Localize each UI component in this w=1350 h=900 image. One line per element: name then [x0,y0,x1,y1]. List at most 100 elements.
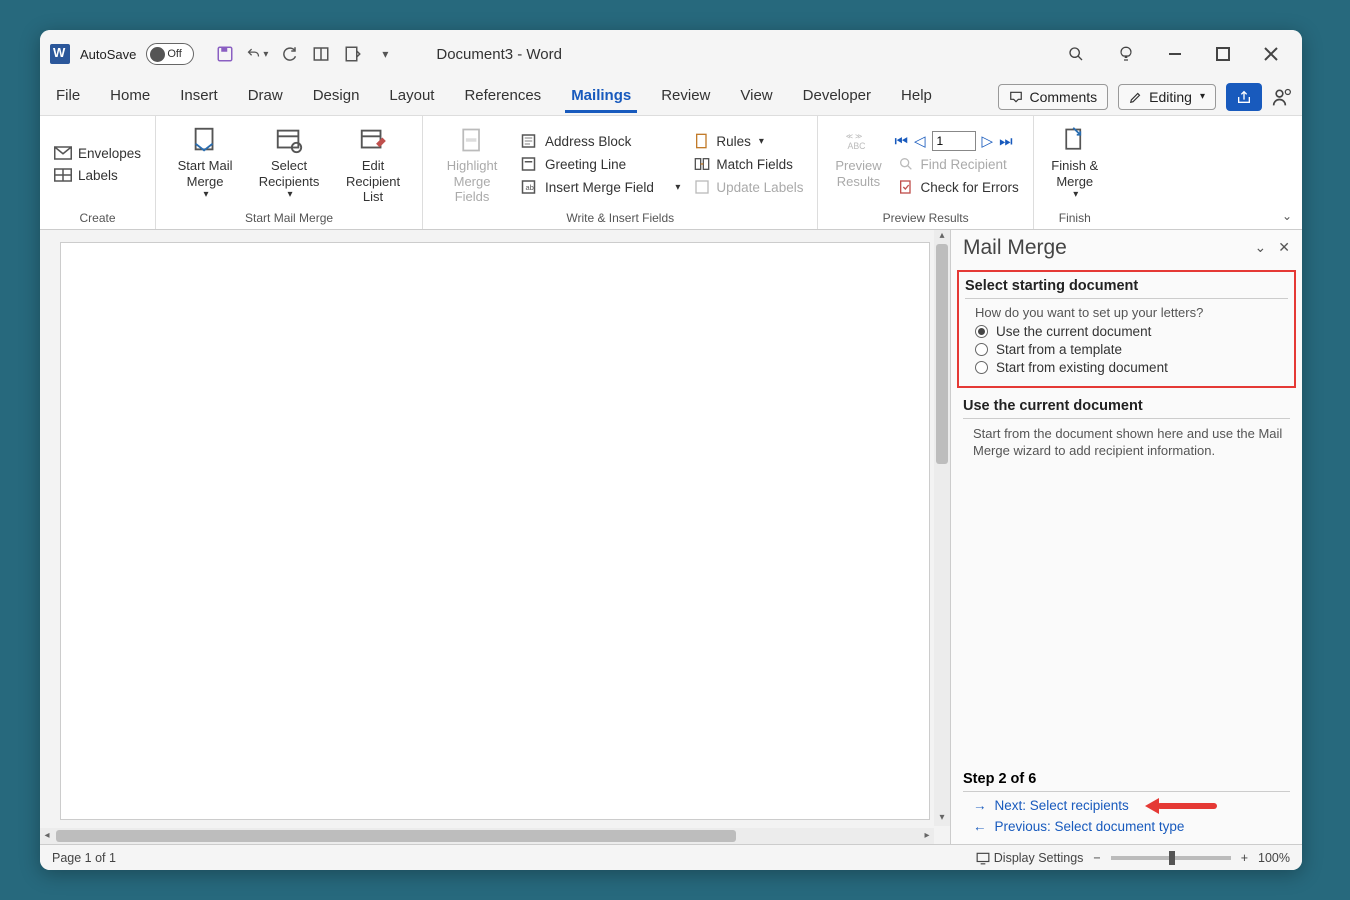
radio-label-2: Start from a template [996,342,1122,357]
status-bar: Page 1 of 1 Display Settings − + 100% [40,844,1302,870]
pane-close-icon[interactable]: ✕ [1278,239,1290,256]
tab-view[interactable]: View [734,81,778,113]
horizontal-scrollbar[interactable]: ◂ ▸ [40,828,934,844]
scroll-down-icon[interactable]: ▾ [934,812,950,826]
scroll-right-icon[interactable]: ▸ [920,828,934,844]
prev-label: Previous: Select document type [995,819,1185,834]
autosave-label: AutoSave [80,47,136,62]
vertical-scrollbar[interactable]: ▴ ▾ [934,230,950,826]
svg-text:≪ ≫: ≪ ≫ [846,133,863,140]
undo-icon[interactable]: ▾ [246,43,268,65]
finish-merge-button[interactable]: Finish & Merge▾ [1044,122,1106,207]
rules-button[interactable]: Rules▾ [690,131,807,151]
highlight-label: Highlight Merge Fields [435,158,509,205]
tab-review[interactable]: Review [655,81,716,113]
pane-header: Mail Merge ⌄ ✕ [963,236,1290,260]
comments-button[interactable]: Comments [998,84,1108,110]
radio-from-existing[interactable]: Start from existing document [975,360,1288,375]
tab-mailings[interactable]: Mailings [565,81,637,113]
content-area: ▴ ▾ ◂ ▸ Mail Merge ⌄ ✕ Select starting d… [40,230,1302,844]
section-question: How do you want to set up your letters? [975,305,1288,320]
labels-button[interactable]: Labels [50,166,145,185]
section-heading-1: Select starting document [965,278,1288,299]
group-label-start: Start Mail Merge [166,207,412,227]
tab-insert[interactable]: Insert [174,81,224,113]
vscroll-thumb[interactable] [936,244,948,464]
tab-layout[interactable]: Layout [383,81,440,113]
tab-help[interactable]: Help [895,81,938,113]
collapse-ribbon-icon[interactable]: ⌄ [1282,209,1292,223]
last-record-icon[interactable]: ⏭ [999,133,1013,150]
insert-merge-field-label: Insert Merge Field [545,180,654,195]
match-fields-button[interactable]: Match Fields [690,154,807,174]
envelopes-label: Envelopes [78,146,141,161]
group-label-finish: Finish [1044,207,1106,227]
display-settings-button[interactable]: Display Settings [976,851,1084,865]
lightbulb-icon[interactable] [1118,46,1134,62]
svg-text:ABC: ABC [848,141,866,151]
close-icon[interactable] [1264,47,1278,61]
preview-results-label: Preview Results [830,158,886,189]
qat-icon-1[interactable] [310,43,332,65]
document-page[interactable] [60,242,930,820]
account-icon[interactable] [1272,87,1292,107]
page-indicator[interactable]: Page 1 of 1 [52,851,116,865]
select-recipients-button[interactable]: Select Recipients▾ [250,122,328,207]
comments-label: Comments [1029,89,1097,105]
tab-draw[interactable]: Draw [242,81,289,113]
tab-home[interactable]: Home [104,81,156,113]
address-block-button[interactable]: Address Block [517,131,684,151]
highlight-merge-fields-button: Highlight Merge Fields [433,122,511,207]
redo-icon[interactable] [278,43,300,65]
tab-developer[interactable]: Developer [797,81,877,113]
zoom-slider[interactable] [1111,856,1231,860]
tab-references[interactable]: References [458,81,547,113]
greeting-line-button[interactable]: Greeting Line [517,154,684,174]
next-record-icon[interactable]: ▷ [982,132,994,150]
edit-recipient-list-button[interactable]: Edit Recipient List [334,122,412,207]
start-mail-merge-button[interactable]: Start Mail Merge▾ [166,122,244,207]
greeting-line-label: Greeting Line [545,157,626,172]
finish-merge-label: Finish & Merge [1046,158,1104,189]
update-labels-label: Update Labels [716,180,803,195]
editing-mode-button[interactable]: Editing▾ [1118,84,1216,110]
check-errors-button[interactable]: Check for Errors [894,177,1022,197]
ribbon: Envelopes Labels Create Start Mail Merge… [40,116,1302,230]
autosave-toggle[interactable]: Off [146,43,194,65]
record-number-input[interactable] [932,131,976,151]
tab-design[interactable]: Design [307,81,366,113]
qat-more-icon[interactable]: ▾ [374,43,396,65]
section-heading-2: Use the current document [963,398,1290,419]
ribbon-group-finish: Finish & Merge▾ Finish [1034,116,1116,229]
tab-file[interactable]: File [50,81,86,113]
zoom-level[interactable]: 100% [1258,851,1290,865]
check-errors-label: Check for Errors [920,180,1018,195]
radio-use-current[interactable]: Use the current document [975,324,1288,339]
pane-dropdown-icon[interactable]: ⌄ [1255,239,1267,256]
zoom-in-button[interactable]: + [1241,851,1248,865]
qat-icon-2[interactable] [342,43,364,65]
svg-text:ab: ab [526,183,534,192]
prev-record-icon[interactable]: ◁ [914,132,926,150]
zoom-out-button[interactable]: − [1093,851,1100,865]
maximize-icon[interactable] [1216,47,1230,61]
zoom-thumb[interactable] [1169,851,1175,865]
radio-from-template[interactable]: Start from a template [975,342,1288,357]
preview-results-button: ≪ ≫ABC Preview Results [828,122,888,207]
find-recipient-label: Find Recipient [920,157,1006,172]
scroll-up-icon[interactable]: ▴ [934,230,950,244]
next-step-link[interactable]: → Next: Select recipients [973,798,1290,813]
previous-step-link[interactable]: ← Previous: Select document type [973,819,1290,834]
share-button[interactable] [1226,83,1262,111]
first-record-icon[interactable]: ⏮ [894,133,908,150]
search-icon[interactable] [1068,46,1084,62]
save-icon[interactable] [214,43,236,65]
envelopes-button[interactable]: Envelopes [50,144,145,163]
document-title: Document3 - Word [436,46,562,63]
scroll-left-icon[interactable]: ◂ [40,828,54,844]
insert-merge-field-button[interactable]: abInsert Merge Field ▾ [517,177,684,197]
labels-label: Labels [78,168,118,183]
radio-label-1: Use the current document [996,324,1151,339]
hscroll-thumb[interactable] [56,830,736,842]
minimize-icon[interactable] [1168,47,1182,61]
